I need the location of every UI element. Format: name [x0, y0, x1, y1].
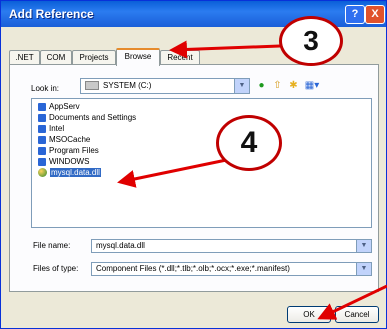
arrow-to-ok-button	[317, 284, 387, 320]
arrow-to-dll-file	[117, 156, 237, 188]
step-4-callout: 4	[216, 115, 282, 171]
step-3-callout: 3	[279, 16, 343, 66]
tab-browse[interactable]: Browse	[116, 48, 160, 66]
arrow-to-browse-tab	[169, 40, 281, 59]
